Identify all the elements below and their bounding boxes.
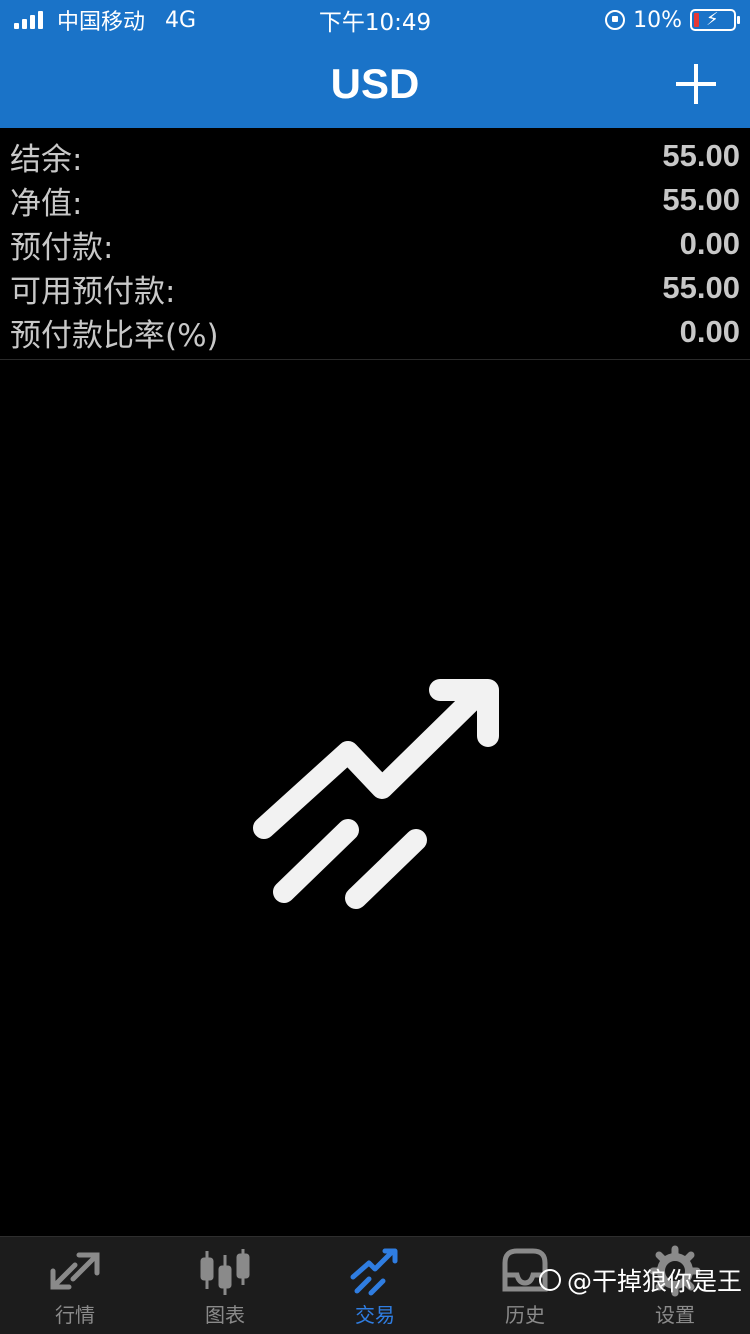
tab-trade-label: 交易	[355, 1303, 395, 1327]
account-row-balance: 结余: 55.00	[10, 134, 740, 178]
trade-trend-icon	[350, 1248, 398, 1296]
tab-quotes-label: 行情	[55, 1303, 95, 1327]
watermark: @干掉狼你是王	[538, 1262, 742, 1298]
margin-value: 0.00	[679, 226, 740, 261]
signal-icon	[14, 11, 43, 29]
account-summary: 结余: 55.00 净值: 55.00 预付款: 0.00 可用预付款: 55.…	[0, 130, 750, 360]
status-right: 10% ⚡	[605, 7, 740, 33]
tab-charts[interactable]: 图表	[150, 1237, 300, 1334]
equity-label: 净值:	[10, 185, 83, 222]
battery-icon: ⚡	[690, 9, 740, 31]
candlestick-icon	[200, 1249, 250, 1295]
carrier-name: 中国移动	[57, 10, 146, 35]
plus-icon[interactable]	[676, 64, 716, 104]
status-left: 中国移动 4G	[14, 4, 196, 36]
margin-level-label: 预付款比率(%)	[10, 317, 219, 354]
balance-value: 55.00	[662, 138, 740, 173]
watermark-text: @干掉狼你是王	[566, 1267, 742, 1296]
status-bar: 中国移动 4G 下午10:49 10% ⚡	[0, 0, 750, 40]
quotes-arrows-icon	[50, 1252, 100, 1290]
tab-history-label: 历史	[505, 1303, 545, 1327]
tab-settings-label: 设置	[655, 1303, 695, 1327]
tab-charts-label: 图表	[205, 1303, 245, 1327]
account-row-margin-level: 预付款比率(%) 0.00	[10, 310, 740, 354]
tab-quotes[interactable]: 行情	[0, 1237, 150, 1334]
charging-bolt-icon: ⚡	[706, 9, 719, 30]
network-type: 4G	[165, 7, 197, 33]
account-row-equity: 净值: 55.00	[10, 178, 740, 222]
watermark-logo-icon	[538, 1269, 561, 1291]
free-margin-value: 55.00	[662, 270, 740, 305]
margin-label: 预付款:	[10, 229, 114, 266]
rotation-lock-icon	[605, 10, 626, 30]
margin-level-value: 0.00	[679, 314, 740, 349]
page-title: USD	[330, 60, 420, 107]
balance-label: 结余:	[10, 141, 83, 178]
tab-trade[interactable]: 交易	[300, 1237, 450, 1334]
battery-percent: 10%	[633, 7, 682, 33]
nav-bar: USD	[0, 40, 750, 128]
equity-value: 55.00	[662, 182, 740, 217]
account-row-margin: 预付款: 0.00	[10, 222, 740, 266]
account-row-free-margin: 可用预付款: 55.00	[10, 266, 740, 310]
trend-up-arrow-icon	[253, 679, 499, 909]
free-margin-label: 可用预付款:	[10, 273, 176, 310]
